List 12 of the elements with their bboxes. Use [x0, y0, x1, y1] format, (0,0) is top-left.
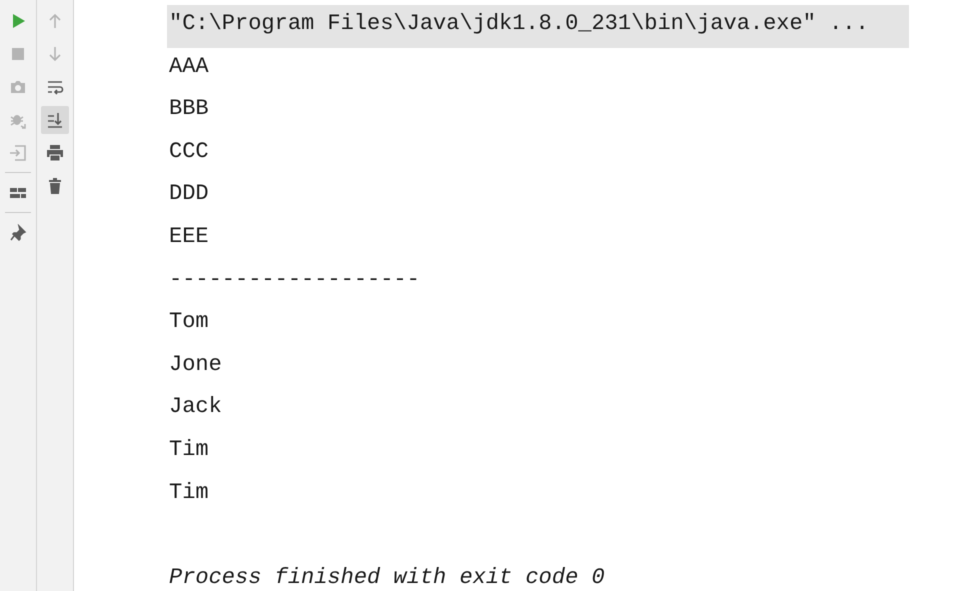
console-output-line: Tim	[168, 436, 210, 464]
console-output-line: BBB	[168, 95, 210, 124]
console-output-line: CCC	[168, 138, 210, 166]
console-output-line: Jack	[168, 393, 223, 422]
console-output-line: Jone	[168, 350, 223, 379]
console-output-line: EEE	[168, 222, 210, 251]
console-output-line: -------------------	[168, 266, 421, 294]
console-output-line: AAA	[168, 52, 210, 81]
exit-message: Process finished with exit code 0	[168, 564, 606, 591]
console-output-line: DDD	[168, 180, 210, 208]
console-output-line: Tim	[168, 478, 210, 507]
console-output-line: Tom	[168, 308, 210, 336]
